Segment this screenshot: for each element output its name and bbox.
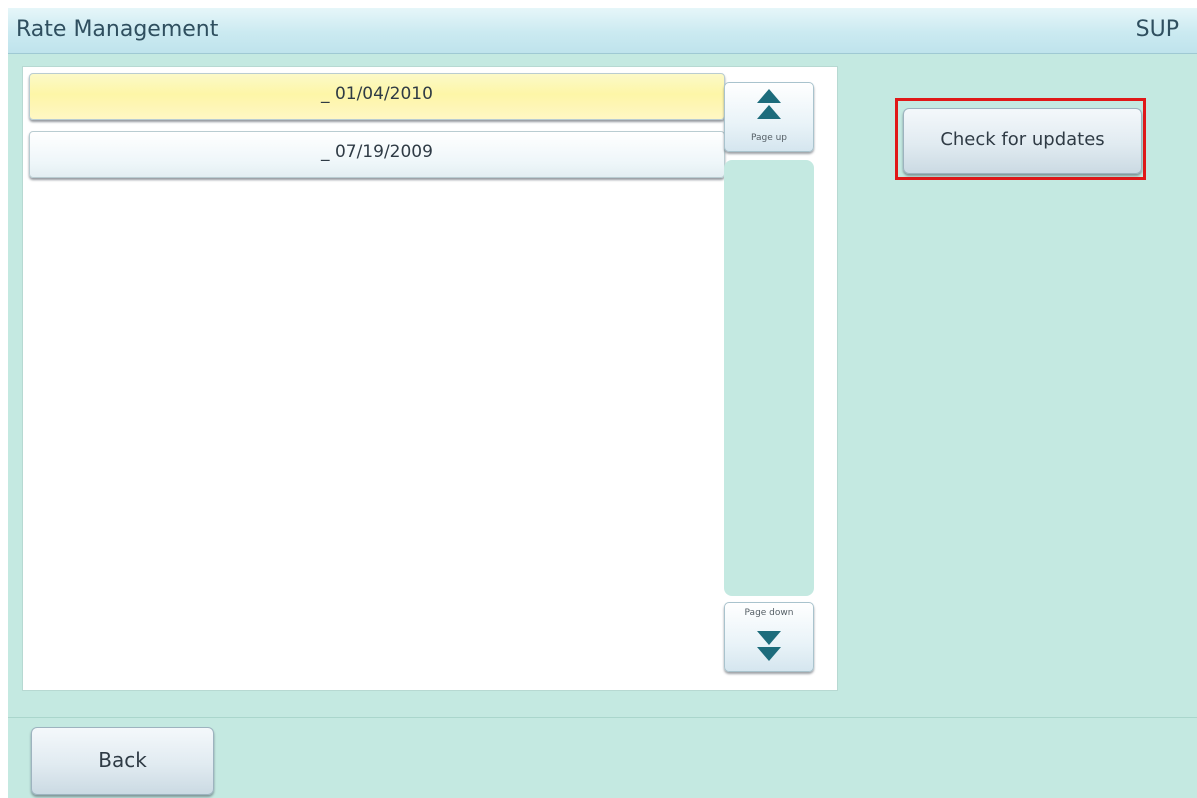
- page-up-button[interactable]: Page up: [724, 82, 814, 152]
- page-down-label: Page down: [744, 608, 794, 618]
- main-content: _ 01/04/2010 _ 07/19/2009 Page up Page d…: [8, 54, 1197, 717]
- arrow-up-icon: [757, 89, 781, 103]
- page-down-button[interactable]: Page down: [724, 602, 814, 672]
- rate-list-item[interactable]: _ 07/19/2009: [29, 131, 725, 178]
- scroll-track[interactable]: [724, 160, 814, 596]
- footer-bar: Back: [8, 717, 1197, 798]
- title-bar: Rate Management SUP: [8, 8, 1197, 54]
- mode-label: SUP: [1135, 17, 1179, 42]
- rate-list-panel: _ 01/04/2010 _ 07/19/2009: [22, 66, 838, 691]
- list-scroll-column: Page up Page down: [721, 66, 817, 672]
- arrow-down-icon: [757, 647, 781, 661]
- rate-list-item[interactable]: _ 01/04/2010: [29, 73, 725, 120]
- check-for-updates-button[interactable]: Check for updates: [903, 108, 1142, 174]
- page-title: Rate Management: [16, 17, 219, 42]
- back-button[interactable]: Back: [31, 727, 214, 795]
- rate-list-item-label: _ 07/19/2009: [321, 142, 433, 162]
- rate-management-screen: Rate Management SUP _ 01/04/2010 _ 07/19…: [0, 0, 1197, 798]
- rate-list-item-label: _ 01/04/2010: [321, 84, 433, 104]
- page-up-label: Page up: [750, 133, 788, 143]
- arrow-up-icon: [757, 105, 781, 119]
- arrow-down-icon: [757, 631, 781, 645]
